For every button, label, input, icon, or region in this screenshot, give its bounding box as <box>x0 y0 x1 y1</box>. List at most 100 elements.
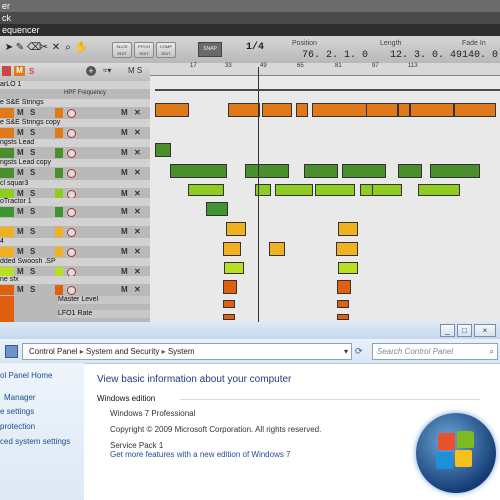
midi-clip[interactable] <box>275 184 313 196</box>
instrument-icon[interactable] <box>0 128 14 138</box>
record-arm-icon[interactable] <box>67 248 76 257</box>
track-row[interactable]: dded Swoosh .SP M S M ✕ <box>0 258 150 277</box>
pointer-tool-icon[interactable]: ➤ <box>4 42 14 53</box>
lane-mute-button[interactable]: M <box>121 108 128 117</box>
quantize-value[interactable]: 1/4 <box>246 42 264 53</box>
midi-clip[interactable] <box>155 143 171 157</box>
mute-button[interactable]: M <box>17 247 24 256</box>
delete-lane-icon[interactable]: ✕ <box>134 168 141 177</box>
delete-lane-icon[interactable]: ✕ <box>134 148 141 157</box>
track-name[interactable]: ngsts Lead copy <box>0 159 150 167</box>
track-name[interactable]: arLO 1 <box>0 81 150 89</box>
record-arm-icon[interactable] <box>67 208 76 217</box>
mute-button[interactable]: M <box>17 227 24 236</box>
midi-clip[interactable] <box>372 184 402 196</box>
track-color-chip[interactable] <box>55 227 63 237</box>
timeline-ruler[interactable]: 17 33 49 65 81 97 113 <box>150 63 500 76</box>
lane-mute-button[interactable]: M <box>121 148 128 157</box>
midi-clip[interactable] <box>269 242 285 256</box>
midi-clip[interactable] <box>304 163 338 178</box>
track-row[interactable]: oTractor 1 M S M ✕ <box>0 198 150 219</box>
track-row[interactable]: Master Level <box>0 296 150 311</box>
solo-button[interactable]: S <box>30 189 35 198</box>
pencil-tool-icon[interactable]: ✎ <box>15 42 25 53</box>
playhead[interactable] <box>258 67 259 322</box>
chevron-down-icon[interactable]: ▾ <box>344 344 348 359</box>
delete-lane-icon[interactable]: ✕ <box>134 128 141 137</box>
refresh-icon[interactable]: ⟳ <box>355 346 363 357</box>
track-color-chip[interactable] <box>55 247 63 257</box>
track-row[interactable]: 4 M S M ✕ <box>0 238 150 259</box>
length-value[interactable]: 12. 3. 0. 49 <box>390 50 462 61</box>
track-color-chip[interactable] <box>55 148 63 158</box>
midi-clip[interactable] <box>228 103 260 117</box>
mute-button[interactable]: M <box>17 148 24 157</box>
column-toggle-icon[interactable]: M S <box>128 66 142 75</box>
mute-tool-icon[interactable]: ✕ <box>51 42 61 53</box>
comp-edit-button[interactable]: COMP EDIT <box>156 42 176 58</box>
solo-button[interactable]: S <box>30 207 35 216</box>
delete-lane-icon[interactable]: ✕ <box>134 247 141 256</box>
midi-clip[interactable] <box>206 202 228 216</box>
midi-clip[interactable] <box>418 184 460 196</box>
midi-clip[interactable] <box>312 103 374 117</box>
razor-tool-icon[interactable]: ✂ <box>39 42 49 53</box>
fade-in-value[interactable]: 140. 0 <box>462 50 498 61</box>
instrument-icon[interactable] <box>0 168 14 178</box>
track-name[interactable]: ne sfx <box>0 276 150 284</box>
instrument-icon[interactable] <box>0 247 14 257</box>
solo-button[interactable]: S <box>30 285 35 294</box>
track-row[interactable]: cl squar3 M S M ✕ <box>0 180 150 199</box>
solo-button[interactable]: S <box>30 168 35 177</box>
midi-clip[interactable] <box>398 103 410 117</box>
magnify-tool-icon[interactable]: ⌕ <box>63 42 73 53</box>
lane-mute-button[interactable]: M <box>121 267 128 276</box>
midi-clip[interactable] <box>336 242 358 256</box>
sidebar-item-system-protection[interactable]: protection <box>0 422 35 431</box>
midi-clip[interactable] <box>398 163 422 178</box>
delete-lane-icon[interactable]: ✕ <box>134 108 141 117</box>
midi-clip[interactable] <box>337 280 351 294</box>
midi-clip[interactable] <box>188 184 224 196</box>
lane-mute-button[interactable]: M <box>121 247 128 256</box>
mute-button[interactable]: M <box>17 108 24 117</box>
hand-tool-icon[interactable]: ✋ <box>75 42 87 53</box>
instrument-icon[interactable] <box>0 207 14 217</box>
record-icon[interactable] <box>2 66 11 76</box>
track-row[interactable]: e S&E Strings copy M S M ✕ <box>0 119 150 140</box>
solo-button[interactable]: S <box>30 128 35 137</box>
track-name[interactable]: cl squar3 <box>0 180 150 188</box>
lane-mute-button[interactable]: M <box>121 128 128 137</box>
track-color-chip[interactable] <box>55 128 63 138</box>
delete-lane-icon[interactable]: ✕ <box>134 189 141 198</box>
pitch-edit-button[interactable]: PITCH EDIT <box>134 42 154 58</box>
track-color-chip[interactable] <box>55 108 63 118</box>
track-row[interactable]: ngsts Lead M S M ✕ <box>0 139 150 160</box>
track-row[interactable]: M S M ✕ <box>0 218 150 239</box>
eraser-tool-icon[interactable]: ⌫ <box>27 42 41 53</box>
position-value[interactable]: 76. 2. 1. 0 <box>302 50 368 61</box>
midi-clip[interactable] <box>454 103 496 117</box>
midi-clip[interactable] <box>338 222 358 236</box>
midi-clip[interactable] <box>296 103 308 117</box>
midi-clip[interactable] <box>223 242 241 256</box>
record-arm-icon[interactable] <box>67 169 76 178</box>
track-name[interactable]: LFO1 Rate <box>58 310 150 318</box>
midi-clip[interactable] <box>223 314 235 320</box>
midi-clip[interactable] <box>342 163 386 178</box>
add-track-icon[interactable]: + <box>86 66 96 76</box>
track-options-icon[interactable]: ≈▾ <box>103 66 111 75</box>
record-arm-icon[interactable] <box>67 286 76 295</box>
delete-lane-icon[interactable]: ✕ <box>134 207 141 216</box>
instrument-icon[interactable] <box>0 227 14 237</box>
midi-clip[interactable] <box>155 103 189 117</box>
solo-button[interactable]: S <box>30 227 35 236</box>
instrument-icon[interactable] <box>0 285 14 295</box>
midi-clip[interactable] <box>245 163 289 178</box>
midi-clip[interactable] <box>224 262 244 274</box>
track-color-chip[interactable] <box>55 168 63 178</box>
midi-clip[interactable] <box>337 300 349 308</box>
midi-clip[interactable] <box>226 222 246 236</box>
instrument-icon[interactable] <box>0 108 14 118</box>
track-name[interactable]: oTractor 1 <box>0 198 150 206</box>
